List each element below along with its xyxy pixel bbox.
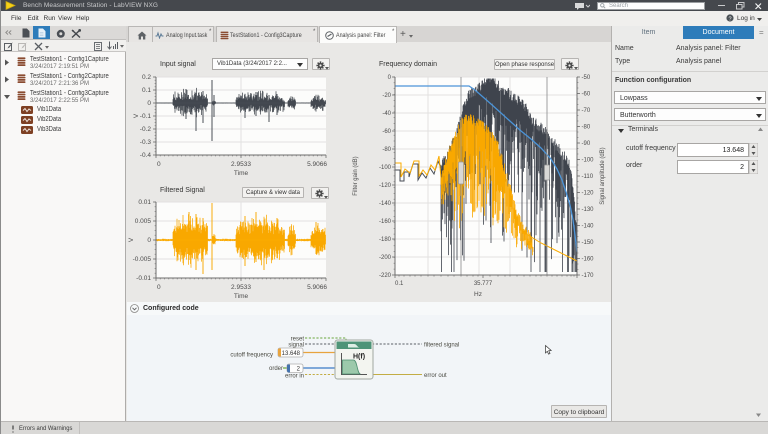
svg-text:Signal amplitude (dB): Signal amplitude (dB)	[600, 147, 606, 204]
svg-text:-120: -120	[379, 183, 392, 189]
svg-text:-0.01: -0.01	[136, 275, 151, 282]
svg-text:0.2: 0.2	[142, 74, 151, 81]
svg-text:-140: -140	[582, 224, 595, 230]
svg-text:0: 0	[388, 75, 392, 81]
svg-text:Time: Time	[234, 293, 249, 300]
svg-text:5.9066: 5.9066	[307, 161, 327, 168]
svg-text:Filter gain (dB): Filter gain (dB)	[353, 156, 359, 195]
svg-text:V: V	[128, 237, 135, 242]
svg-text:cutoff frequency: cutoff frequency	[230, 353, 273, 359]
svg-text:0: 0	[157, 161, 161, 168]
svg-text:-90: -90	[582, 141, 591, 147]
svg-text:0.1: 0.1	[142, 87, 151, 94]
svg-text:0: 0	[147, 100, 151, 107]
svg-text:-70: -70	[582, 108, 591, 114]
svg-text:-120: -120	[582, 191, 595, 197]
svg-text:error out: error out	[424, 373, 447, 379]
svg-text:-110: -110	[582, 174, 594, 180]
svg-text:H(f): H(f)	[353, 354, 365, 361]
svg-text:?: ?	[728, 16, 731, 22]
svg-text:Hz: Hz	[474, 291, 482, 298]
svg-text:-180: -180	[379, 237, 392, 243]
svg-text:-0.2: -0.2	[140, 126, 152, 133]
svg-text:signal: signal	[288, 343, 304, 349]
svg-text:13.648: 13.648	[282, 351, 301, 357]
svg-text:0.1: 0.1	[395, 281, 404, 287]
svg-text:2.9533: 2.9533	[231, 284, 251, 291]
svg-text:-140: -140	[379, 201, 392, 207]
svg-text:0.005: 0.005	[135, 218, 152, 225]
svg-text:-50: -50	[582, 75, 591, 81]
svg-text:error in: error in	[285, 374, 304, 380]
svg-text:Time: Time	[234, 170, 249, 177]
svg-text:-130: -130	[582, 207, 595, 213]
svg-text:-170: -170	[582, 273, 595, 279]
svg-text:-60: -60	[582, 92, 591, 98]
svg-text:-20: -20	[382, 93, 391, 99]
svg-text:-150: -150	[582, 240, 595, 246]
svg-text:-220: -220	[379, 273, 392, 279]
svg-text:filtered signal: filtered signal	[424, 343, 459, 349]
svg-text:0.01: 0.01	[138, 199, 151, 206]
svg-text:5.9066: 5.9066	[307, 284, 327, 291]
svg-text:-0.3: -0.3	[140, 139, 152, 146]
svg-text:-100: -100	[582, 158, 595, 164]
svg-text:-0.4: -0.4	[140, 152, 152, 159]
svg-text:-40: -40	[382, 111, 391, 117]
svg-text:-160: -160	[582, 257, 595, 263]
svg-text:-80: -80	[382, 147, 391, 153]
svg-text:-80: -80	[582, 125, 591, 131]
svg-text:-100: -100	[379, 165, 392, 171]
svg-text:0: 0	[157, 284, 161, 291]
svg-text:35.777: 35.777	[474, 281, 493, 287]
svg-text:-0.005: -0.005	[133, 256, 152, 263]
svg-text:-200: -200	[379, 255, 392, 261]
svg-text:-160: -160	[379, 219, 392, 225]
svg-text:2.9533: 2.9533	[231, 161, 251, 168]
svg-text:V: V	[133, 113, 140, 118]
svg-text:0: 0	[147, 237, 151, 244]
svg-text:-0.1: -0.1	[140, 113, 152, 120]
svg-text:-60: -60	[382, 129, 391, 135]
svg-text:order: order	[269, 366, 283, 372]
